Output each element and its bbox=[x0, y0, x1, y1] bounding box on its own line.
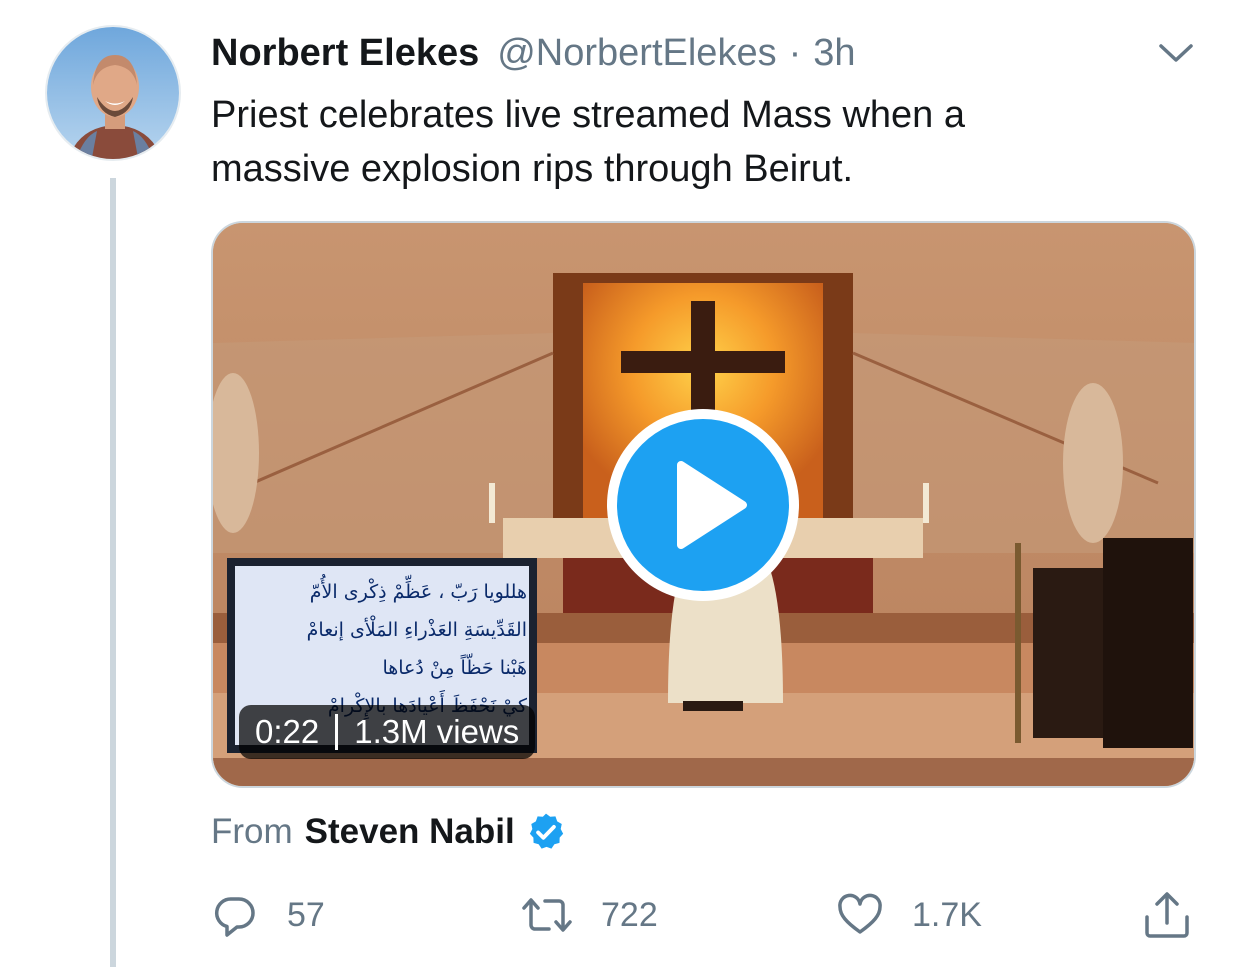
reply-button[interactable]: 57 bbox=[211, 880, 325, 950]
screen-lyrics-line: القَدِّيسَةِ العَذْراءِ المَلْأى إنعامْ bbox=[306, 619, 527, 641]
screen-lyrics-line: هَبْنا حَظّاً مِنْ دُعاها bbox=[382, 657, 527, 679]
screen-lyrics-line: هللويا رَبّ ، عَظِّمْ ذِكْرى الأُمّ bbox=[309, 581, 527, 603]
reply-icon bbox=[214, 897, 255, 937]
chevron-down-icon[interactable] bbox=[1156, 38, 1196, 68]
video-meta-badge: 0:22 1.3M views bbox=[239, 705, 536, 759]
retweet-count: 722 bbox=[601, 895, 658, 934]
like-count: 1.7K bbox=[912, 895, 982, 934]
video-meta-divider bbox=[335, 714, 339, 750]
attribution-name[interactable]: Steven Nabil bbox=[305, 812, 515, 852]
heart-icon bbox=[838, 893, 882, 934]
share-button[interactable] bbox=[1141, 880, 1193, 950]
tweet-text-line: Priest celebrates live streamed Mass whe… bbox=[211, 94, 965, 136]
video-views: 1.3M views bbox=[354, 713, 520, 750]
tweet-text-line: massive explosion rips through Beirut. bbox=[211, 148, 854, 190]
share-icon bbox=[1145, 892, 1189, 938]
tweet-action-bar: 57 722 1.7K bbox=[211, 880, 1196, 950]
video-attribution: From Steven Nabil bbox=[211, 808, 567, 856]
play-icon[interactable] bbox=[603, 405, 803, 605]
author-avatar[interactable] bbox=[45, 25, 181, 161]
thread-line bbox=[110, 178, 116, 967]
like-button[interactable]: 1.7K bbox=[836, 880, 982, 950]
tweet-text: Priest celebrates live streamed Mass whe… bbox=[211, 88, 1191, 196]
reply-count: 57 bbox=[287, 895, 325, 934]
avatar-image bbox=[47, 27, 179, 159]
tweet-timestamp[interactable]: 3h bbox=[813, 32, 855, 75]
retweet-button[interactable]: 722 bbox=[521, 880, 658, 950]
retweet-icon bbox=[522, 898, 572, 932]
author-handle[interactable]: @NorbertElekes bbox=[497, 32, 776, 75]
tweet-header: Norbert Elekes @NorbertElekes · 3h bbox=[211, 28, 856, 78]
attribution-label: From bbox=[211, 812, 293, 851]
video-duration: 0:22 bbox=[255, 713, 320, 750]
author-name[interactable]: Norbert Elekes bbox=[211, 32, 479, 75]
header-separator: · bbox=[788, 31, 802, 74]
verified-badge-icon bbox=[529, 813, 563, 849]
